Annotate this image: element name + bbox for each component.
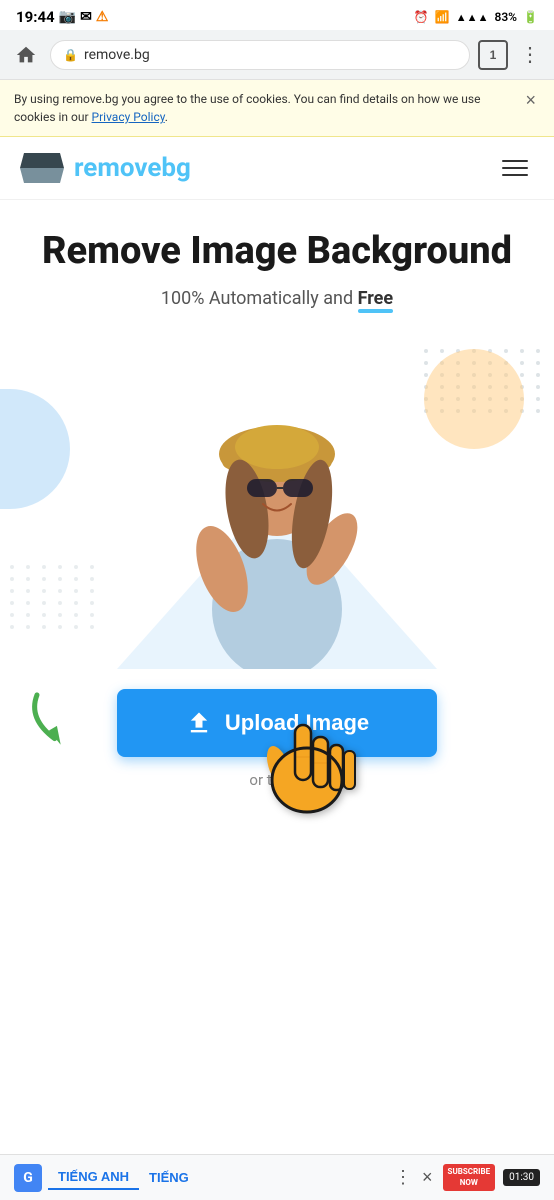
google-translate-icon: G xyxy=(14,1164,42,1192)
camera-status-icon: 📷 xyxy=(59,9,76,25)
tab-count-button[interactable]: 1 xyxy=(478,40,508,70)
email-status-icon: ✉ xyxy=(80,9,92,25)
free-text: Free xyxy=(358,288,394,309)
signal-icon: ▲▲▲ xyxy=(456,11,489,24)
hero-image-area: (function(){ const dg = document.querySe… xyxy=(0,329,554,669)
cursor-hand-icon xyxy=(257,695,357,835)
dots-grid-left: (function(){ const dg = document.querySe… xyxy=(10,565,98,629)
battery-icon: 🔋 xyxy=(523,10,538,24)
logo-icon xyxy=(20,153,64,183)
hero-subtitle: 100% Automatically and Free xyxy=(20,288,534,309)
wifi-icon: 📶 xyxy=(435,10,450,24)
battery-percent: 83% xyxy=(494,10,517,24)
hero-section: Remove Image Background 100% Automatical… xyxy=(0,200,554,309)
privacy-policy-link[interactable]: Privacy Policy xyxy=(92,110,165,124)
close-translate-button[interactable]: × xyxy=(422,1167,433,1188)
url-text: remove.bg xyxy=(84,47,457,63)
hamburger-line-2 xyxy=(502,167,528,169)
browser-chrome: 🔒 remove.bg 1 ⋮ xyxy=(0,30,554,80)
translate-more-button[interactable]: ⋮ xyxy=(390,1163,416,1192)
browser-bottom-bar: G TIẾNG ANH TIẾNG ⋮ × SUBSCRIBE NOW 01:3… xyxy=(0,1154,554,1200)
status-right: ⏰ 📶 ▲▲▲ 83% 🔋 xyxy=(414,10,538,24)
home-button[interactable] xyxy=(10,39,42,71)
blue-decoration xyxy=(0,389,70,509)
browser-menu-button[interactable]: ⋮ xyxy=(516,38,544,71)
lang-tab-1[interactable]: TIẾNG ANH xyxy=(48,1165,139,1190)
alarm-icon: ⏰ xyxy=(414,10,429,24)
timer-badge: 01:30 xyxy=(503,1169,540,1186)
cookie-close-button[interactable]: × xyxy=(521,90,540,111)
hamburger-line-1 xyxy=(502,160,528,162)
status-bar: 19:44 📷 ✉ ⚠ ⏰ 📶 ▲▲▲ 83% 🔋 xyxy=(0,0,554,30)
lock-icon: 🔒 xyxy=(63,48,78,62)
cookie-text: By using remove.bg you agree to the use … xyxy=(14,90,513,126)
hero-person-image xyxy=(167,369,387,669)
hamburger-line-3 xyxy=(502,174,528,176)
nav-bar: removebg xyxy=(0,137,554,200)
logo-text: removebg xyxy=(74,153,191,183)
green-arrow-icon xyxy=(17,688,87,761)
cookie-banner: By using remove.bg you agree to the use … xyxy=(0,80,554,137)
peach-decoration xyxy=(424,349,524,449)
status-time: 19:44 xyxy=(16,8,55,26)
translate-icon-area: G xyxy=(14,1164,42,1192)
upload-icon xyxy=(185,709,213,737)
lang-tab-2[interactable]: TIẾNG xyxy=(139,1165,199,1190)
hero-title: Remove Image Background xyxy=(20,230,534,274)
subscribe-badge: SUBSCRIBE NOW xyxy=(443,1164,496,1191)
main-content: removebg Remove Image Background 100% Au… xyxy=(0,137,554,1037)
language-tabs: TIẾNG ANH TIẾNG xyxy=(48,1165,384,1190)
status-left: 19:44 📷 ✉ ⚠ xyxy=(16,8,108,26)
logo-area: removebg xyxy=(20,153,191,183)
url-bar[interactable]: 🔒 remove.bg xyxy=(50,40,470,70)
hamburger-menu-button[interactable] xyxy=(496,154,534,182)
warning-status-icon: ⚠ xyxy=(96,9,109,25)
upload-section: Upload Image or try on xyxy=(0,669,554,805)
